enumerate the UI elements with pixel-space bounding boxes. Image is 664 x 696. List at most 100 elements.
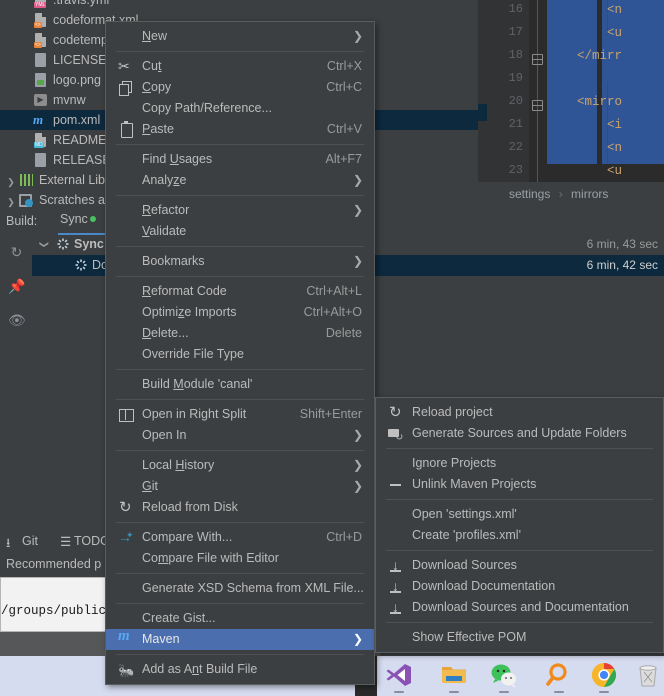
menu-item-reformat-code[interactable]: Reformat Code Ctrl+Alt+L bbox=[106, 281, 374, 302]
code-editor[interactable]: 16 17 18 19 20 21 22 23 <n <u </mirr <mirro <i … bbox=[487, 0, 664, 182]
wechat-icon[interactable] bbox=[490, 661, 520, 689]
menu-item-show-effective-pom[interactable]: Show Effective POM bbox=[376, 627, 663, 648]
menu-item-build-module-canal[interactable]: Build Module 'canal' bbox=[106, 374, 374, 395]
menu-item-compare-file-with-editor[interactable]: Compare File with Editor bbox=[106, 548, 374, 569]
menu-item-label: Cut bbox=[142, 59, 162, 73]
editor-breadcrumb[interactable]: settings › mirrors bbox=[487, 182, 664, 206]
menu-item-find-usages[interactable]: Find Usages Alt+F7 bbox=[106, 149, 374, 170]
reload-icon bbox=[118, 497, 134, 518]
menu-item-analyze[interactable]: Analyze ❯ bbox=[106, 170, 374, 191]
menu-separator bbox=[386, 499, 653, 500]
rerun-icon[interactable]: ↻ bbox=[8, 244, 25, 261]
menu-item-label: Compare File with Editor bbox=[142, 551, 279, 565]
menu-item-optimize-imports[interactable]: Optimize Imports Ctrl+Alt+O bbox=[106, 302, 374, 323]
menu-item-override-file-type[interactable]: Override File Type bbox=[106, 344, 374, 365]
menu-item-label: Unlink Maven Projects bbox=[412, 477, 537, 491]
bottom-item-git[interactable]: Git bbox=[22, 534, 38, 548]
menu-item-shortcut: Ctrl+Alt+O bbox=[303, 305, 362, 319]
taskbar-indicator bbox=[599, 691, 609, 693]
menu-separator bbox=[386, 550, 653, 551]
breadcrumb-mirrors[interactable]: mirrors bbox=[571, 187, 608, 201]
tree-item-label: pom.xml bbox=[53, 113, 101, 127]
fold-minus-icon[interactable] bbox=[532, 54, 543, 65]
menu-item-open-in-right-split[interactable]: Open in Right Split Shift+Enter bbox=[106, 404, 374, 425]
menu-item-compare-with[interactable]: Compare With... Ctrl+D bbox=[106, 525, 374, 548]
menu-item-refactor[interactable]: Refactor ❯ bbox=[106, 200, 374, 221]
line-number: 20 bbox=[508, 94, 523, 108]
breadcrumb-settings[interactable]: settings bbox=[509, 187, 550, 201]
line-number: 17 bbox=[508, 25, 523, 39]
menu-item-label: Optimize Imports bbox=[142, 305, 237, 319]
menu-item-validate[interactable]: Validate bbox=[106, 221, 374, 242]
pin-icon[interactable]: 📌 bbox=[8, 278, 25, 295]
menu-item-label: Analyze bbox=[142, 173, 187, 187]
menu-item-add-as-ant-build-file[interactable]: Add as Ant Build File bbox=[106, 659, 374, 680]
menu-item-download-sources-and-documentation[interactable]: Download Sources and Documentation bbox=[376, 597, 663, 618]
xml-file-icon: <> bbox=[32, 12, 50, 28]
taskbar-indicator bbox=[554, 691, 564, 693]
tree-item-label: mvnw bbox=[53, 93, 86, 107]
menu-item-new[interactable]: New ❯ bbox=[106, 26, 374, 47]
split-icon bbox=[118, 407, 134, 423]
menu-separator bbox=[116, 573, 364, 574]
eye-icon[interactable]: 👁 bbox=[8, 312, 26, 329]
chevron-right-icon: ❯ bbox=[352, 479, 363, 493]
menu-item-maven[interactable]: Maven ❯ bbox=[106, 628, 374, 650]
menu-separator bbox=[386, 448, 653, 449]
taskbar-indicator bbox=[449, 691, 459, 693]
fold-minus-icon-2[interactable] bbox=[532, 100, 543, 111]
tree-item-label: logo.png bbox=[53, 73, 101, 87]
selection-band bbox=[602, 0, 664, 164]
chrome-icon[interactable] bbox=[590, 661, 620, 689]
menu-item-create-profiles-xml[interactable]: Create 'profiles.xml' bbox=[376, 525, 663, 546]
menu-item-ignore-projects[interactable]: Ignore Projects bbox=[376, 453, 663, 474]
editor-left-strip-highlight bbox=[478, 104, 487, 121]
menu-item-bookmarks[interactable]: Bookmarks ❯ bbox=[106, 251, 374, 272]
recycle-bin-icon[interactable] bbox=[635, 661, 664, 689]
menu-item-unlink-maven-projects[interactable]: Unlink Maven Projects bbox=[376, 474, 663, 495]
menu-item-open-in[interactable]: Open In ❯ bbox=[106, 425, 374, 446]
menu-item-paste[interactable]: Paste Ctrl+V bbox=[106, 119, 374, 140]
menu-item-git[interactable]: Git ❯ bbox=[106, 476, 374, 497]
editor-code-area[interactable]: <n <u </mirr <mirro <i <n <u bbox=[547, 0, 664, 178]
menu-item-label: Build Module 'canal' bbox=[142, 377, 253, 391]
menu-item-download-documentation[interactable]: Download Documentation bbox=[376, 576, 663, 597]
menu-item-reload-from-disk[interactable]: Reload from Disk bbox=[106, 497, 374, 518]
chevron-right-icon: ❯ bbox=[352, 254, 363, 268]
menu-item-create-gist[interactable]: Create Gist... bbox=[106, 608, 374, 629]
fold-guide-line bbox=[537, 0, 538, 182]
search-icon[interactable] bbox=[545, 661, 575, 689]
menu-item-generate-xsd-schema-from-xml-file[interactable]: Generate XSD Schema from XML File... bbox=[106, 578, 374, 599]
menu-item-download-sources[interactable]: Download Sources bbox=[376, 555, 663, 576]
menu-separator bbox=[116, 246, 364, 247]
build-side-toolbar[interactable]: ↻ 📌 👁 bbox=[0, 234, 32, 520]
file-explorer-icon[interactable] bbox=[440, 661, 470, 689]
chevron-right-icon[interactable]: ❯ bbox=[4, 192, 18, 210]
code-line: <n bbox=[547, 141, 623, 155]
menu-item-open-settings-xml[interactable]: Open 'settings.xml' bbox=[376, 504, 663, 525]
menu-item-copy[interactable]: Copy Ctrl+C bbox=[106, 77, 374, 98]
line-number: 18 bbox=[508, 48, 523, 62]
menu-item-local-history[interactable]: Local History ❯ bbox=[106, 455, 374, 476]
file-context-menu[interactable]: New ❯ Cut Ctrl+X Copy Ctrl+C Copy Path/Referen… bbox=[105, 21, 375, 685]
menu-item-shortcut: Ctrl+D bbox=[326, 530, 362, 544]
chevron-right-icon[interactable]: ❯ bbox=[4, 172, 18, 192]
editor-gutter: 16 17 18 19 20 21 22 23 bbox=[487, 0, 529, 182]
menu-item-copy-path-reference[interactable]: Copy Path/Reference... bbox=[106, 98, 374, 119]
menu-item-label: New bbox=[142, 29, 168, 43]
menu-item-generate-sources-and-update-folders[interactable]: Generate Sources and Update Folders bbox=[376, 423, 663, 448]
maven-submenu[interactable]: Reload project Generate Sources and Updat… bbox=[375, 397, 664, 653]
menu-item-reload-project[interactable]: Reload project bbox=[376, 402, 663, 423]
visual-studio-icon[interactable] bbox=[385, 661, 415, 689]
text-file-icon bbox=[32, 152, 50, 168]
build-row-duration: 6 min, 42 sec bbox=[586, 258, 658, 272]
menu-item-shortcut: Alt+F7 bbox=[325, 152, 362, 166]
code-line: <u bbox=[547, 26, 623, 40]
menu-separator bbox=[116, 654, 364, 655]
menu-item-cut[interactable]: Cut Ctrl+X bbox=[106, 56, 374, 77]
download-icon bbox=[388, 555, 404, 576]
generate-folders-icon bbox=[388, 426, 404, 448]
chevron-down-icon[interactable]: ❯ bbox=[33, 241, 54, 249]
menu-item-delete[interactable]: Delete... Delete bbox=[106, 323, 374, 344]
tree-item-travis-yml[interactable]: YML .travis.yml bbox=[0, 0, 487, 10]
